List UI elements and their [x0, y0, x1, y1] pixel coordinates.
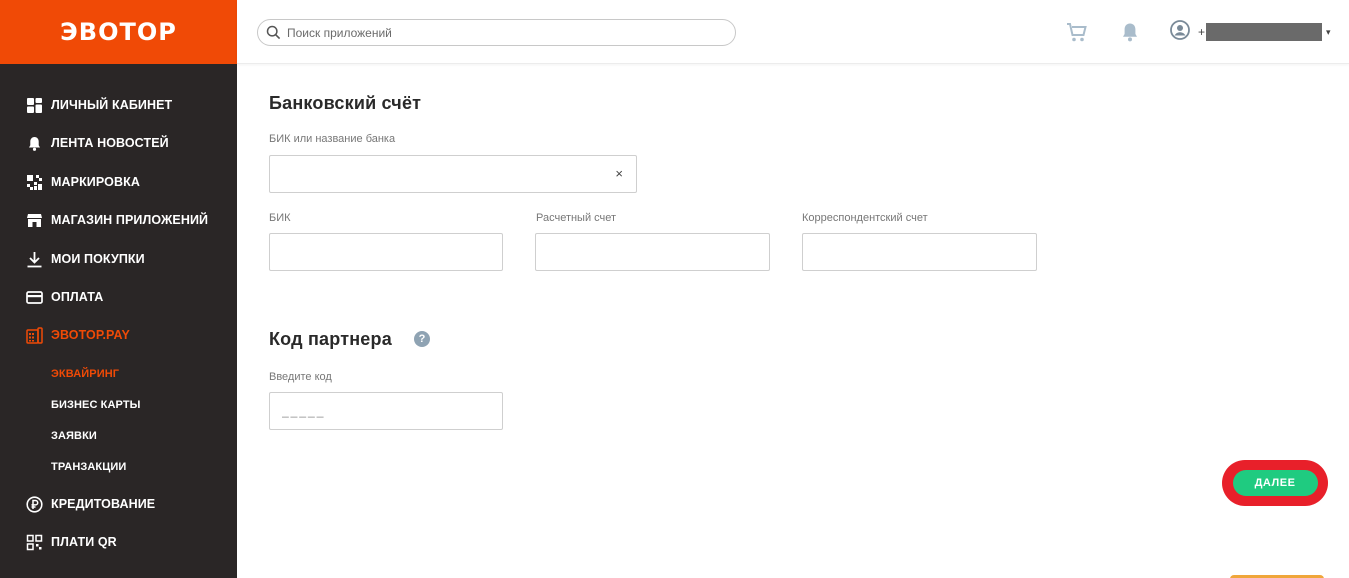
search-bar[interactable]: [257, 19, 736, 46]
qr-marking-icon: [26, 174, 43, 191]
sidebar-item-label: ОПЛАТА: [51, 290, 104, 304]
ruble-icon: [26, 495, 43, 513]
search-input[interactable]: [287, 25, 707, 40]
notifications-bell-icon[interactable]: [1119, 21, 1141, 43]
partner-code-input[interactable]: [270, 393, 502, 429]
next-button[interactable]: ДАЛЕЕ: [1232, 470, 1318, 496]
top-header: + ▾: [237, 0, 1349, 64]
sidebar-subitem-requests[interactable]: ЗАЯВКИ: [0, 424, 237, 448]
account-label: Расчетный счет: [536, 212, 617, 224]
sidebar-subitem-label: ЗАЯВКИ: [51, 430, 97, 442]
card-icon: [26, 289, 43, 306]
user-phone-prefix: +: [1198, 25, 1206, 39]
bank-account-title: Банковский счёт: [269, 93, 422, 113]
cart-icon[interactable]: [1066, 21, 1088, 43]
sidebar-subitem-label: БИЗНЕС КАРТЫ: [51, 399, 141, 411]
logo-text: ЭВОТОР: [60, 18, 177, 46]
download-icon: [26, 251, 43, 268]
user-avatar-icon: [1170, 19, 1190, 45]
next-button-highlight: ДАЛЕЕ: [1222, 460, 1328, 506]
logo[interactable]: ЭВОТОР: [0, 0, 237, 64]
bank-search-field[interactable]: ×: [269, 155, 637, 193]
sidebar-item-payment[interactable]: ОПЛАТА: [0, 282, 237, 312]
dashboard-icon: [26, 97, 43, 114]
sidebar-item-label: ПЛАТИ QR: [51, 535, 117, 549]
sidebar-subitem-label: ТРАНЗАКЦИИ: [51, 461, 127, 473]
chevron-down-icon: ▾: [1326, 26, 1331, 37]
sidebar-item-lending[interactable]: КРЕДИТОВАНИЕ: [0, 489, 237, 519]
corr-account-label: Корреспондентский счет: [802, 212, 928, 224]
sidebar-item-pay-qr[interactable]: ПЛАТИ QR: [0, 527, 237, 557]
corr-account-input[interactable]: [803, 234, 1036, 270]
account-field[interactable]: [535, 233, 770, 271]
sidebar-item-label: МАРКИРОВКА: [51, 175, 140, 189]
sidebar-item-marking[interactable]: МАРКИРОВКА: [0, 167, 237, 197]
pay-terminal-icon: [26, 326, 43, 344]
bik-label: БИК: [269, 212, 291, 224]
sidebar: ЭВОТОР ЛИЧНЫЙ КАБИНЕТ ЛЕНТА НОВОСТЕЙ МАР…: [0, 0, 237, 578]
help-icon[interactable]: ?: [414, 331, 430, 347]
partner-code-title: Код партнера: [269, 329, 392, 349]
store-icon: [26, 212, 43, 229]
bik-field[interactable]: [269, 233, 503, 271]
search-icon: [266, 25, 281, 40]
account-input[interactable]: [536, 234, 769, 270]
qr-icon: [26, 534, 43, 551]
sidebar-item-label: КРЕДИТОВАНИЕ: [51, 497, 156, 511]
sidebar-item-evotor-pay[interactable]: ЭВОТОР.PAY: [0, 320, 237, 350]
bank-search-label: БИК или название банка: [269, 133, 396, 145]
partner-code-field[interactable]: [269, 392, 503, 430]
sidebar-item-news[interactable]: ЛЕНТА НОВОСТЕЙ: [0, 128, 237, 158]
sidebar-item-purchases[interactable]: МОИ ПОКУПКИ: [0, 244, 237, 274]
main-content: Банковский счёт БИК или название банка ×…: [237, 65, 1349, 578]
bik-input[interactable]: [270, 234, 502, 270]
sidebar-item-cabinet[interactable]: ЛИЧНЫЙ КАБИНЕТ: [0, 90, 237, 120]
corr-account-field[interactable]: [802, 233, 1037, 271]
sidebar-item-label: МОИ ПОКУПКИ: [51, 252, 145, 266]
bank-search-input[interactable]: [270, 156, 636, 192]
partner-code-label: Введите код: [269, 371, 332, 383]
user-menu[interactable]: + ▾: [1170, 19, 1331, 45]
sidebar-item-app-store[interactable]: МАГАЗИН ПРИЛОЖЕНИЙ: [0, 205, 237, 235]
sidebar-subitem-transactions[interactable]: ТРАНЗАКЦИИ: [0, 455, 237, 479]
sidebar-subitem-label: ЭКВАЙРИНГ: [51, 368, 120, 380]
sidebar-subitem-acquiring[interactable]: ЭКВАЙРИНГ: [0, 362, 237, 386]
sidebar-subitem-business-cards[interactable]: БИЗНЕС КАРТЫ: [0, 393, 237, 417]
sidebar-item-label: ЛИЧНЫЙ КАБИНЕТ: [51, 98, 173, 112]
sidebar-item-label: МАГАЗИН ПРИЛОЖЕНИЙ: [51, 213, 209, 227]
bell-icon: [26, 135, 43, 152]
clear-icon[interactable]: ×: [615, 166, 623, 182]
sidebar-item-label: ЭВОТОР.PAY: [51, 328, 130, 342]
user-phone-redacted: [1206, 23, 1323, 41]
sidebar-item-label: ЛЕНТА НОВОСТЕЙ: [51, 136, 169, 150]
